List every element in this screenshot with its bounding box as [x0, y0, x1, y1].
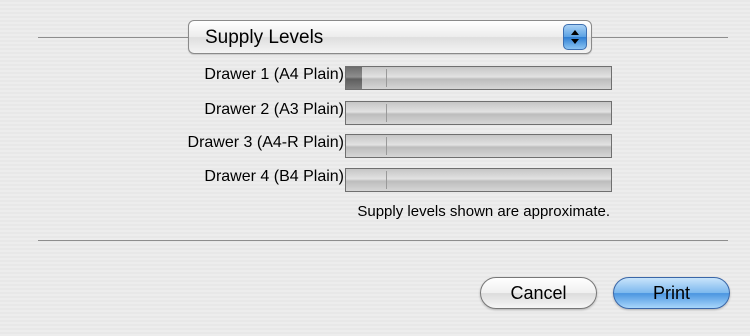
drawer-4-label: Drawer 4 (B4 Plain) [204, 168, 344, 185]
drawer-4-level-indicator [345, 168, 612, 192]
drawer-2-level-indicator [345, 101, 612, 125]
level-tick [386, 104, 387, 122]
separator-right [592, 37, 728, 38]
drawer-1-level-fill [346, 67, 362, 89]
drawer-3-level-indicator [345, 134, 612, 158]
separator-bottom [38, 240, 728, 241]
level-tick [386, 137, 387, 155]
print-button[interactable]: Print [613, 277, 730, 309]
up-down-arrows-icon[interactable] [563, 24, 587, 50]
supply-levels-note: Supply levels shown are approximate. [357, 203, 610, 220]
drawer-1-level-indicator [345, 66, 612, 90]
separator-left [38, 37, 188, 38]
cancel-button[interactable]: Cancel [480, 277, 597, 309]
level-tick [386, 69, 387, 87]
drawer-3-label: Drawer 3 (A4-R Plain) [187, 134, 344, 151]
level-tick [386, 171, 387, 189]
drawer-1-label: Drawer 1 (A4 Plain) [204, 66, 344, 83]
panel-selector-popup[interactable]: Supply Levels [188, 20, 592, 54]
drawer-2-label: Drawer 2 (A3 Plain) [204, 101, 344, 118]
panel-selector-label: Supply Levels [205, 27, 324, 48]
